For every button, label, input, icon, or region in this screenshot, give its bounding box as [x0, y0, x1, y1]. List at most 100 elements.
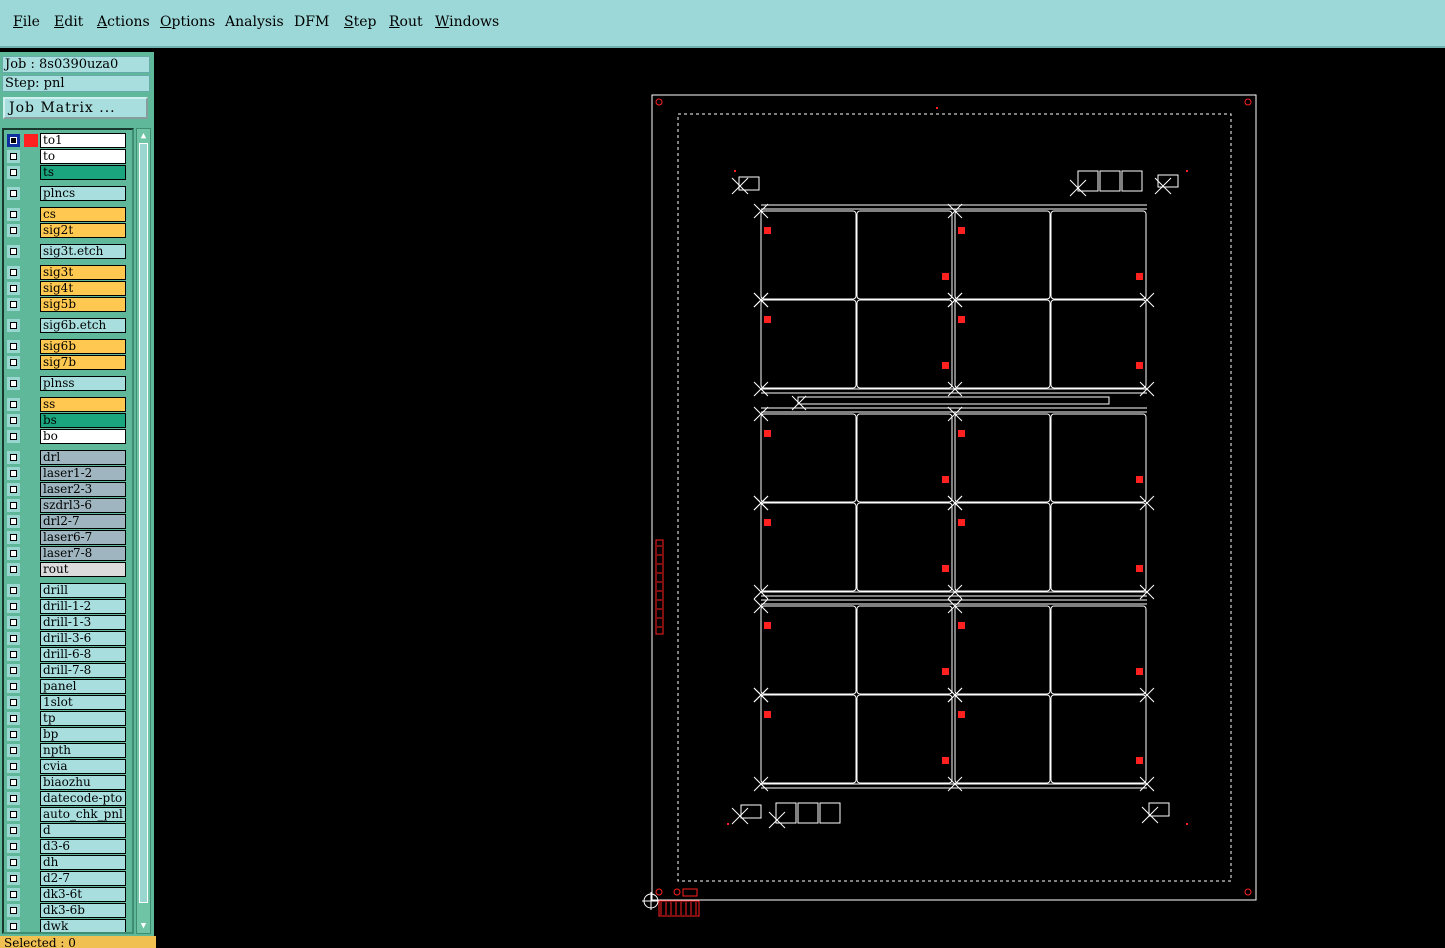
layer-list[interactable]: to1 to ts plncs cs sig2t sig3t.etch sig3t sig4t s…	[2, 128, 134, 934]
layer-checkbox[interactable]	[7, 340, 20, 353]
layer-name[interactable]: biaozhu	[40, 775, 126, 790]
layer-name[interactable]: bo	[40, 429, 126, 444]
layer-color-swatch[interactable]	[24, 648, 38, 661]
layer-color-swatch[interactable]	[24, 808, 38, 821]
layer-checkbox[interactable]	[7, 648, 20, 661]
layer-color-swatch[interactable]	[24, 377, 38, 390]
scroll-up-icon[interactable]: ▲	[138, 130, 149, 142]
layer-name[interactable]: laser1-2	[40, 466, 126, 481]
layer-checkbox[interactable]	[7, 356, 20, 369]
layer-row-auto_chk_pnl[interactable]: auto_chk_pnl	[6, 807, 126, 822]
layer-checkbox[interactable]	[7, 298, 20, 311]
layer-row-sig3t[interactable]: sig3t	[6, 265, 126, 280]
layer-name[interactable]: cs	[40, 207, 126, 222]
layer-row-cs[interactable]: cs	[6, 207, 126, 222]
layer-name[interactable]: sig6b.etch	[40, 318, 126, 333]
layer-name[interactable]: bp	[40, 727, 126, 742]
layer-row-laser2-3[interactable]: laser2-3	[6, 482, 126, 497]
layer-row-d3-6[interactable]: d3-6	[6, 839, 126, 854]
layer-checkbox[interactable]	[7, 904, 20, 917]
layer-color-swatch[interactable]	[24, 840, 38, 853]
menu-edit[interactable]: Edit	[54, 14, 83, 30]
layer-checkbox[interactable]	[7, 515, 20, 528]
layer-name[interactable]: drill-6-8	[40, 647, 126, 662]
layer-color-swatch[interactable]	[24, 414, 38, 427]
layer-color-swatch[interactable]	[24, 531, 38, 544]
layer-checkbox[interactable]	[7, 824, 20, 837]
layer-color-swatch[interactable]	[24, 920, 38, 932]
layer-color-swatch[interactable]	[24, 712, 38, 725]
layer-checkbox[interactable]	[7, 808, 20, 821]
layer-row-datecode-pto[interactable]: datecode-pto	[6, 791, 126, 806]
menu-step[interactable]: Step	[344, 14, 376, 30]
layer-name[interactable]: sig3t	[40, 265, 126, 280]
layer-checkbox[interactable]	[7, 377, 20, 390]
scroll-thumb[interactable]	[139, 143, 148, 903]
layer-checkbox[interactable]	[7, 319, 20, 332]
layer-checkbox[interactable]	[7, 792, 20, 805]
layer-checkbox[interactable]	[7, 266, 20, 279]
layer-checkbox[interactable]	[7, 414, 20, 427]
layer-row-sig6b.etch[interactable]: sig6b.etch	[6, 318, 126, 333]
layer-color-swatch[interactable]	[24, 340, 38, 353]
layer-row-szdrl3-6[interactable]: szdrl3-6	[6, 498, 126, 513]
layer-color-swatch[interactable]	[24, 584, 38, 597]
layer-name[interactable]: bs	[40, 413, 126, 428]
layer-name[interactable]: drill-1-3	[40, 615, 126, 630]
layer-color-swatch[interactable]	[24, 856, 38, 869]
layer-color-swatch[interactable]	[24, 904, 38, 917]
layer-name[interactable]: laser2-3	[40, 482, 126, 497]
layer-name[interactable]: to	[40, 149, 126, 164]
layer-color-swatch[interactable]	[24, 616, 38, 629]
layer-list-scrollbar[interactable]: ▲ ▼	[136, 128, 151, 934]
layer-name[interactable]: dk3-6b	[40, 903, 126, 918]
layer-name[interactable]: sig4t	[40, 281, 126, 296]
layer-row-laser6-7[interactable]: laser6-7	[6, 530, 126, 545]
layer-color-swatch[interactable]	[24, 728, 38, 741]
layer-color-swatch[interactable]	[24, 483, 38, 496]
layer-name[interactable]: dk3-6t	[40, 887, 126, 902]
menu-dfm[interactable]: DFM	[294, 14, 329, 30]
layer-row-sig3t.etch[interactable]: sig3t.etch	[6, 244, 126, 259]
graphics-canvas[interactable]	[154, 52, 1445, 948]
layer-checkbox[interactable]	[7, 856, 20, 869]
layer-row-plncs[interactable]: plncs	[6, 186, 126, 201]
menu-options[interactable]: Options	[160, 14, 215, 30]
layer-checkbox[interactable]	[7, 584, 20, 597]
layer-name[interactable]: plncs	[40, 186, 126, 201]
layer-row-sig6b[interactable]: sig6b	[6, 339, 126, 354]
layer-row-ts[interactable]: ts	[6, 165, 126, 180]
layer-checkbox[interactable]	[7, 483, 20, 496]
layer-color-swatch[interactable]	[24, 515, 38, 528]
layer-row-drill-1-3[interactable]: drill-1-3	[6, 615, 126, 630]
layer-color-swatch[interactable]	[24, 134, 38, 147]
layer-name[interactable]: ts	[40, 165, 126, 180]
layer-color-swatch[interactable]	[24, 319, 38, 332]
layer-checkbox[interactable]	[7, 224, 20, 237]
layer-name[interactable]: sig7b	[40, 355, 126, 370]
layer-name[interactable]: dh	[40, 855, 126, 870]
layer-checkbox[interactable]	[7, 166, 20, 179]
layer-checkbox[interactable]	[7, 616, 20, 629]
layer-name[interactable]: drill-7-8	[40, 663, 126, 678]
layer-checkbox[interactable]	[7, 208, 20, 221]
layer-name[interactable]: npth	[40, 743, 126, 758]
layer-name[interactable]: d3-6	[40, 839, 126, 854]
layer-name[interactable]: auto_chk_pnl	[40, 807, 126, 822]
layer-row-laser7-8[interactable]: laser7-8	[6, 546, 126, 561]
layer-name[interactable]: drill-1-2	[40, 599, 126, 614]
layer-row-d[interactable]: d	[6, 823, 126, 838]
layer-color-swatch[interactable]	[24, 680, 38, 693]
layer-name[interactable]: sig3t.etch	[40, 244, 126, 259]
layer-name[interactable]: szdrl3-6	[40, 498, 126, 513]
layer-checkbox[interactable]	[7, 744, 20, 757]
layer-checkbox[interactable]	[7, 430, 20, 443]
layer-color-swatch[interactable]	[24, 792, 38, 805]
layer-checkbox[interactable]	[7, 664, 20, 677]
layer-row-d2-7[interactable]: d2-7	[6, 871, 126, 886]
layer-row-bo[interactable]: bo	[6, 429, 126, 444]
layer-color-swatch[interactable]	[24, 356, 38, 369]
layer-row-drill-1-2[interactable]: drill-1-2	[6, 599, 126, 614]
layer-color-swatch[interactable]	[24, 451, 38, 464]
layer-checkbox[interactable]	[7, 840, 20, 853]
